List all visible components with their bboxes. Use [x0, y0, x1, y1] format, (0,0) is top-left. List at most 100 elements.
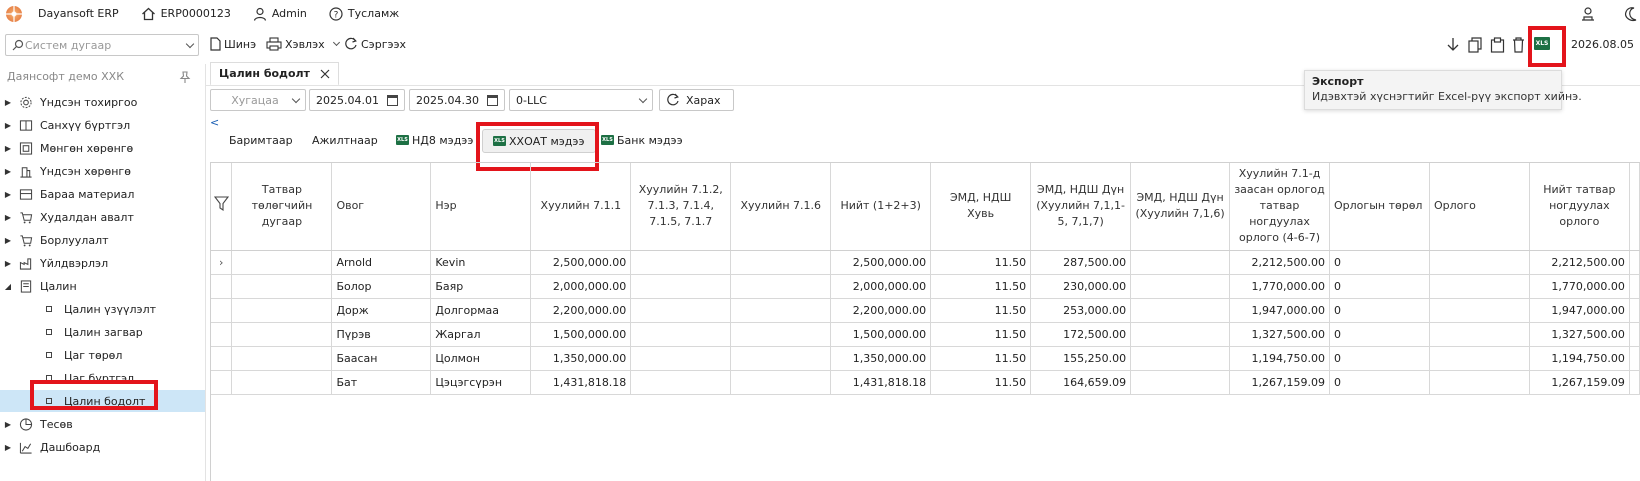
table-cell: 1,770,000.00 — [1229, 274, 1331, 299]
delete-icon[interactable] — [1512, 37, 1525, 53]
company-select[interactable]: 0-LLC — [509, 89, 653, 111]
subtab-nd8[interactable]: XLS НД8 мэдээ — [396, 128, 473, 152]
sidebar-item-dashboard[interactable]: ▶ Дашбоард — [0, 436, 205, 458]
expand-arrow-icon[interactable]: ▶ — [0, 259, 16, 268]
expand-arrow-icon[interactable]: ▶ — [0, 190, 16, 199]
column-header[interactable]: ЭМД, НДШ Дүн (Хуулийн 7,1,6) — [1130, 163, 1231, 251]
sidebar-item-budget[interactable]: ▶ Тесөв — [0, 413, 205, 435]
print-button[interactable]: Хэвлэх — [266, 37, 340, 51]
expand-arrow-icon[interactable]: ▶ — [0, 144, 16, 153]
column-header[interactable]: Татвар төлөгчийн дугаар — [231, 163, 333, 251]
table-cell: 1,431,818.18 — [830, 370, 932, 395]
new-button[interactable]: Шинэ — [210, 37, 256, 51]
row-indicator[interactable] — [211, 298, 233, 323]
company-code-link[interactable]: ERP0000123 — [141, 7, 231, 21]
column-header[interactable]: Нийт татвар ногдуулах орлого — [1529, 163, 1630, 251]
chevron-down-icon[interactable] — [185, 39, 195, 48]
filter-header-cell[interactable] — [211, 163, 233, 251]
filter-icon[interactable] — [213, 196, 229, 212]
calendar-icon[interactable] — [487, 94, 498, 106]
table-row[interactable]: Баасан Цолмон 1,350,000.00 1,350,000.00 … — [211, 346, 1640, 371]
collapse-arrow-icon[interactable]: ◢ — [0, 282, 16, 291]
expand-arrow-icon[interactable]: ▶ — [0, 121, 16, 130]
download-icon[interactable] — [1446, 37, 1460, 53]
column-header[interactable]: Орлого — [1429, 163, 1530, 251]
user-settings-icon[interactable] — [1580, 6, 1596, 22]
row-expand-icon[interactable]: › — [211, 250, 233, 275]
row-indicator[interactable] — [211, 322, 233, 347]
date-to-field[interactable]: 2025.04.30 — [409, 89, 505, 111]
column-header[interactable]: Хуулийн 7.1-д заасан орлогод татвар ногд… — [1229, 163, 1331, 251]
expand-arrow-icon[interactable]: ▶ — [0, 213, 16, 222]
column-header[interactable]: Нэр — [430, 163, 532, 251]
sidebar-subitem-time-type[interactable]: Цаг төрөл — [0, 344, 205, 366]
table-row[interactable]: Болор Баяр 2,000,000.00 2,000,000.00 11.… — [211, 274, 1640, 299]
calendar-icon[interactable] — [387, 94, 398, 106]
expand-arrow-icon[interactable]: ▶ — [0, 420, 16, 429]
expand-arrow-icon[interactable]: ▶ — [0, 236, 16, 245]
table-row[interactable]: Пүрэв Жаргал 1,500,000.00 1,500,000.00 1… — [211, 322, 1640, 347]
table-row[interactable]: Бат Цэцэгсүрэн 1,431,818.18 1,431,818.18… — [211, 370, 1640, 395]
sidebar-subitem-time-registration[interactable]: Цаг бүртгэл — [0, 367, 205, 389]
refresh-button[interactable]: Сэргээх — [344, 37, 406, 51]
sidebar-item-production[interactable]: ▶ Үйлдвэрлэл — [0, 252, 205, 274]
column-header[interactable]: ЭМД, НДШ Хувь — [930, 163, 1032, 251]
date-from-field[interactable]: 2025.04.01 — [309, 89, 405, 111]
sidebar-item-fixed-assets[interactable]: ▶ Үндсэн хөрөнгө — [0, 160, 205, 182]
sidebar-item-purchase[interactable]: ▶ Худалдан авалт — [0, 206, 205, 228]
table-row[interactable]: Дорж Долгормаа 2,200,000.00 2,200,000.00… — [211, 298, 1640, 323]
sidebar-subitem-payroll-indicator[interactable]: Цалин үзүүлэлт — [0, 298, 205, 320]
expand-arrow-icon[interactable]: ▶ — [0, 167, 16, 176]
sidebar-item-cash[interactable]: ▶ Мөнгөн хөрөнгө — [0, 137, 205, 159]
user-menu[interactable]: Admin — [253, 7, 307, 21]
collapse-panel-icon[interactable]: < — [210, 116, 219, 129]
table-cell: 155,250.00 — [1030, 346, 1132, 371]
table-cell: Болор — [331, 274, 432, 299]
table-row[interactable]: › Arnold Kevin 2,500,000.00 2,500,000.00… — [211, 250, 1640, 275]
paste-icon[interactable] — [1490, 37, 1505, 53]
column-header[interactable]: Хуулийн 7.1.2, 7.1.3, 7.1.4, 7.1.5, 7.1.… — [630, 163, 732, 251]
subtab-pit-report[interactable]: XLS ХХОАТ мэдээ — [482, 129, 596, 153]
print-chevron-down-icon[interactable] — [332, 38, 340, 47]
moon-icon[interactable] — [1624, 6, 1638, 22]
building-icon — [20, 166, 32, 178]
sidebar-item-sales[interactable]: ▶ Борлуулалт — [0, 229, 205, 251]
subtab-documents[interactable]: Баримтаар — [229, 128, 293, 152]
table-cell — [1429, 346, 1530, 371]
close-icon[interactable] — [320, 69, 330, 79]
sidebar-subitem-payroll-calculation[interactable]: Цалин бодолт — [0, 390, 205, 412]
subtab-label: Баримтаар — [229, 133, 293, 147]
column-header[interactable]: Хуулийн 7.1.1 — [530, 163, 632, 251]
period-select[interactable]: Хугацаа — [210, 89, 306, 111]
help-link[interactable]: ? Тусламж — [329, 6, 399, 21]
subtab-bank[interactable]: XLS Банк мэдээ — [601, 128, 683, 152]
chevron-down-icon — [291, 94, 301, 103]
row-indicator[interactable] — [211, 346, 233, 371]
row-indicator[interactable] — [211, 370, 233, 395]
sidebar-item-settings[interactable]: ▶ Үндсэн тохиргоо — [0, 91, 205, 113]
column-header[interactable]: Хуулийн 7.1.6 — [730, 163, 832, 251]
table-cell — [630, 322, 732, 347]
table-cell — [1429, 370, 1530, 395]
subtab-employees[interactable]: Ажилтнаар — [312, 128, 378, 152]
sidebar-item-accounting[interactable]: ▶ Санхүү бүртгэл — [0, 114, 205, 136]
column-header[interactable]: Овог — [331, 163, 432, 251]
expand-arrow-icon[interactable]: ▶ — [0, 443, 16, 452]
sidebar-subitem-payroll-template[interactable]: Цалин загвар — [0, 321, 205, 343]
excel-icon: XLS — [493, 136, 506, 146]
svg-text:?: ? — [334, 10, 339, 20]
pin-icon[interactable] — [179, 71, 191, 84]
sidebar-item-inventory[interactable]: ▶ Бараа материал — [0, 183, 205, 205]
copy-icon[interactable] — [1468, 37, 1483, 53]
excel-export-button[interactable]: XLS — [1534, 35, 1550, 50]
column-header[interactable]: Нийт (1+2+3) — [830, 163, 932, 251]
row-indicator[interactable] — [211, 274, 233, 299]
expand-arrow-icon[interactable]: ▶ — [0, 98, 16, 107]
view-button[interactable]: Харах — [659, 89, 734, 111]
sidebar-item-payroll[interactable]: ◢ Цалин — [0, 275, 205, 297]
tab-payroll-calculation[interactable]: Цалин бодолт — [210, 62, 339, 86]
column-header[interactable]: ЭМД, НДШ Дүн (Хуулийн 7,1,1-5, 7,1,7) — [1030, 163, 1132, 251]
column-header[interactable]: Орлогын төрөл — [1329, 163, 1430, 251]
data-table: Татвар төлөгчийн дугаар Овог Нэр Хуулийн… — [211, 163, 1640, 395]
system-number-search[interactable]: Систем дугаар — [5, 34, 199, 56]
